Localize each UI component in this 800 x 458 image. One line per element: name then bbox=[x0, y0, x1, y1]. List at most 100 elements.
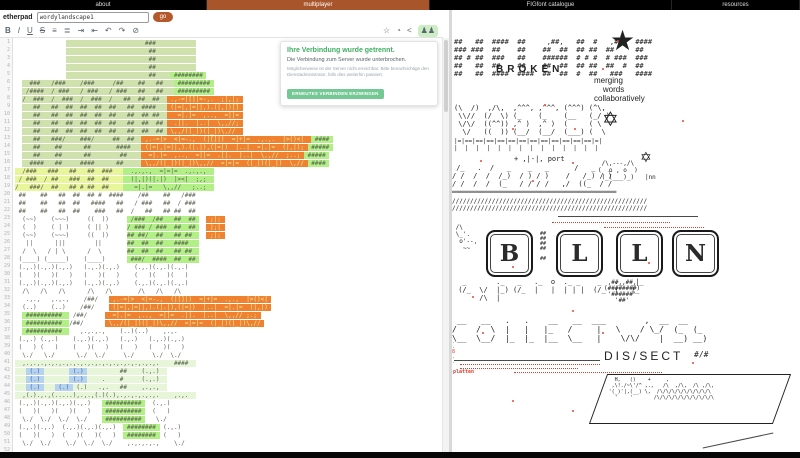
clear-authorship-icon[interactable]: ⊘ bbox=[132, 25, 139, 37]
strikethrough-icon[interactable]: S bbox=[40, 25, 45, 37]
editor-scrollbar[interactable] bbox=[442, 38, 449, 452]
ascii-cat: /\,---,/\ ( o , o ) (_(___)_) |nn bbox=[598, 160, 656, 181]
line-number: 16 bbox=[0, 158, 10, 166]
outdent-icon[interactable]: ⇤ bbox=[91, 25, 98, 37]
ascii-hatch-rows: ////////////////////////////////////////… bbox=[452, 198, 647, 212]
share-icon[interactable]: < bbox=[407, 25, 412, 37]
pad-name-input[interactable] bbox=[37, 12, 149, 23]
line-number: 11 bbox=[0, 118, 10, 126]
ascii-row: .,., ,.,., /##/ ,.-=|> <|=-., (|[]|) =|+… bbox=[15, 296, 443, 304]
line-number: 29 bbox=[0, 262, 10, 270]
toolbar-left-group: BIUS ≡ ≣ ⇥ ⇤ ↶ ↷ ⊘ bbox=[5, 25, 139, 37]
red-speck bbox=[572, 410, 574, 412]
red-speck bbox=[602, 332, 604, 334]
line-number: 35 bbox=[0, 310, 10, 318]
ascii-row: ( ) ( ) ( )( ) ( ) ( )( ) bbox=[15, 344, 443, 352]
tab-multiplayer[interactable]: multiplayer bbox=[207, 0, 430, 10]
underline-icon[interactable]: U bbox=[27, 25, 33, 37]
tab-resources[interactable]: resources bbox=[672, 0, 800, 10]
ascii-row: (.) (.) (.) .,. ## ,.,., bbox=[15, 384, 443, 392]
ordered-list-icon[interactable]: ≣ bbox=[64, 25, 71, 37]
red-speck bbox=[682, 120, 684, 122]
line-number: 47 bbox=[0, 406, 10, 414]
red-dot-column: . . 8 . . bbox=[452, 340, 455, 365]
ascii-row: ## ## ## ## ### ## / ## ## ## ## bbox=[15, 208, 443, 216]
pad-url-bar: etherpad go bbox=[0, 10, 449, 24]
red-speck bbox=[482, 332, 484, 334]
line-number: 27 bbox=[0, 246, 10, 254]
line-number: 39 bbox=[0, 342, 10, 350]
italic-icon[interactable]: I bbox=[18, 25, 20, 37]
tab-about[interactable]: about bbox=[0, 0, 207, 10]
line-number: 48 bbox=[0, 414, 10, 422]
save-revision-icon[interactable]: ☆ bbox=[383, 25, 390, 37]
line-number: 19 bbox=[0, 182, 10, 190]
line-number: 8 bbox=[0, 94, 10, 102]
ascii-row: ## ## ## ## #### ## / ### ## / ### bbox=[15, 200, 443, 208]
line-number: 34 bbox=[0, 302, 10, 310]
ascii-row: ## ## ## ## ## ## ## ## ## .||. |..| \,,… bbox=[15, 120, 443, 128]
ascii-word-collectwyss: __ __ . . __ __ ___ , __ __ / / \ | | |_… bbox=[452, 316, 707, 343]
red-dotted-line bbox=[460, 368, 578, 369]
disconnect-modal: Ihre Verbindung wurde getrennt. Die Verb… bbox=[280, 41, 438, 106]
ascii-row: (~~) (~~~) (( )) ## ##/ ## ## ## ;|; bbox=[15, 232, 443, 240]
redo-icon[interactable]: ↷ bbox=[119, 25, 126, 37]
line-number: 51 bbox=[0, 438, 10, 446]
indent-icon[interactable]: ⇥ bbox=[78, 25, 85, 37]
line-number: 36 bbox=[0, 318, 10, 326]
go-button[interactable]: go bbox=[153, 12, 174, 22]
top-nav-bar: aboutmultiplayerFIGfont catalogueresourc… bbox=[0, 0, 800, 10]
ascii-row: / ### / ## ### ## ## (|,|)(|.|) |><| ;,; bbox=[15, 176, 443, 184]
red-speck bbox=[617, 40, 619, 42]
line-number: 17 bbox=[0, 166, 10, 174]
red-speck bbox=[648, 262, 650, 264]
line-number: 38 bbox=[0, 334, 10, 342]
ascii-row: ## ## ## ## ## ## ## ## ## =|.|= ,.., =|… bbox=[15, 112, 443, 120]
unordered-list-icon[interactable]: ≡ bbox=[52, 25, 57, 37]
letter-box-n-3: N bbox=[672, 230, 719, 277]
red-dotted-line bbox=[552, 222, 670, 223]
annotation-port: + ,|-|, port bbox=[514, 155, 565, 163]
word-dissect: DIS/SECT bbox=[604, 350, 683, 363]
bottom-bar bbox=[0, 452, 800, 458]
timeslider-icon[interactable]: ◔ bbox=[396, 25, 401, 37]
line-number: 25 bbox=[0, 230, 10, 238]
red-speck bbox=[544, 104, 546, 106]
line-number: 13 bbox=[0, 134, 10, 142]
rule-line bbox=[558, 216, 698, 217]
ascii-row: ########## /##/ =|.|= ,.., =||= .||. |..… bbox=[15, 312, 443, 320]
ascii-row: (.,.)(.,.)(.,.) (.,.)(.,.) (.,.)(.,.)(.,… bbox=[15, 264, 443, 272]
ascii-row: / ###/ ## ## # ## ## =|.|= \,,// ;..; bbox=[15, 184, 443, 192]
line-number: 5 bbox=[0, 70, 10, 78]
letter-box-b-0: B bbox=[486, 230, 533, 277]
editor-toolbar: BIUS ≡ ≣ ⇥ ⇤ ↶ ↷ ⊘ ☆ ◔ < ♟♟ bbox=[0, 24, 443, 38]
ascii-exclamation: ## ## ## ## ## bbox=[540, 232, 546, 262]
hash-mark: #/# bbox=[694, 350, 708, 359]
ascii-row: / \ / | \ / \ ## ## ## ## ## bbox=[15, 248, 443, 256]
red-dotted-line bbox=[604, 227, 704, 228]
line-number: 10 bbox=[0, 110, 10, 118]
tab-figfont-catalogue[interactable]: FIGfont catalogue bbox=[430, 0, 672, 10]
modal-body: Die Verbindung zum Server wurde unterbro… bbox=[287, 57, 431, 63]
ascii-row: (.,.)(.,.)(.,.) (.,.)(.,.) (.,.)(.,.)(.,… bbox=[15, 280, 443, 288]
ascii-row: (____) (_____) (____) ###/ #### ## ## bbox=[15, 256, 443, 264]
ascii-row: ## ## ## ## ## # #### /## ## /### bbox=[15, 192, 443, 200]
ascii-heart: ,##,,##, (########) '######' '##' bbox=[604, 280, 640, 304]
line-number: 42 bbox=[0, 366, 10, 374]
ascii-row: ( ) ( | ) ( || ) / ### / ### ## ## |;| bbox=[15, 224, 443, 232]
ascii-ruler: |=|==|==|==|==|==|==|==|==|==|==|==|==|=… bbox=[454, 138, 602, 152]
scrollbar-thumb[interactable] bbox=[444, 40, 448, 112]
line-number: 32 bbox=[0, 286, 10, 294]
red-speck bbox=[512, 400, 514, 402]
line-number: 33 bbox=[0, 294, 10, 302]
undo-icon[interactable]: ↶ bbox=[105, 25, 112, 37]
line-number: 30 bbox=[0, 270, 10, 278]
users-icon[interactable]: ♟♟ bbox=[418, 25, 438, 37]
red-word-platten: platten bbox=[453, 369, 474, 375]
red-speck bbox=[480, 160, 482, 162]
ascii-row: \./ \./ \./ \./ \./ ,.,.,.,., \./ bbox=[15, 440, 443, 448]
bold-icon[interactable]: B bbox=[5, 25, 11, 37]
line-number: 21 bbox=[0, 198, 10, 206]
line-number: 7 bbox=[0, 86, 10, 94]
reconnect-button[interactable]: ERNEUTES VERBINDEN ERZWINGEN bbox=[287, 89, 384, 99]
